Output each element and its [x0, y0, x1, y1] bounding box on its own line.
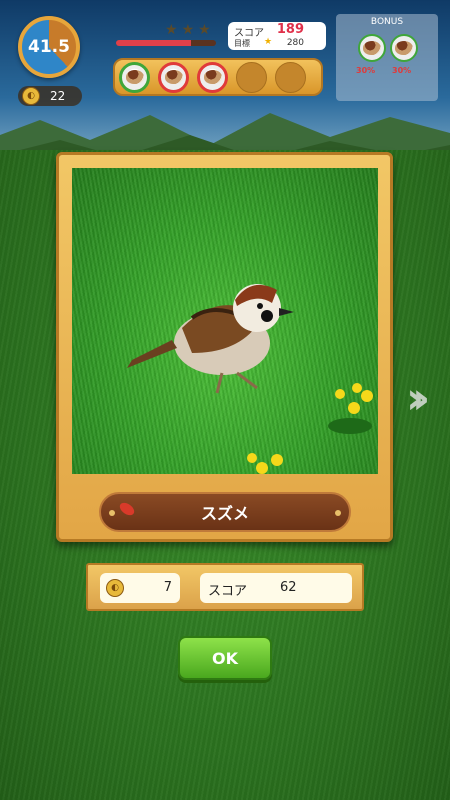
ok-button[interactable]: OK — [178, 636, 272, 680]
bonus-panel: BONUS 30% 30% — [336, 14, 438, 101]
bird-slot-empty — [275, 61, 306, 93]
stud — [109, 510, 115, 516]
sparrow-icon — [203, 70, 222, 84]
bonus-bird — [358, 34, 386, 62]
feather-icon — [117, 500, 137, 518]
bird-slot — [119, 61, 150, 93]
score-panel: スコア 189 目標 ★ 280 — [228, 22, 326, 50]
star-icon: ★ — [198, 22, 211, 38]
bonus-percent: 30% — [356, 66, 376, 75]
progress-bar — [116, 40, 216, 46]
sparrow-icon — [395, 41, 413, 55]
star-icon: ★ — [181, 22, 195, 38]
bird-slot — [197, 61, 228, 93]
sparrow-icon — [164, 70, 183, 84]
target-value: 280 — [286, 38, 304, 48]
star-rating: ★ ★ ★ — [165, 22, 211, 38]
bird-name-bar: スズメ — [99, 492, 351, 532]
bonus-title: BONUS — [370, 17, 404, 27]
result-bar: ◐ 7 スコア 62 — [86, 563, 364, 611]
bird-slot-empty — [236, 61, 267, 93]
star-icon: ★ — [165, 22, 178, 38]
seed-count: 22 — [50, 89, 66, 103]
result-score: スコア 62 — [200, 573, 352, 603]
bird-card: スズメ — [56, 152, 393, 542]
result-score-value: 62 — [280, 580, 297, 595]
result-seeds: ◐ 7 — [100, 573, 180, 603]
bonus-percent: 30% — [392, 66, 412, 75]
score-label: スコア — [234, 28, 264, 39]
collected-birds-bar — [113, 58, 323, 96]
next-arrow-icon[interactable]: ›› — [406, 373, 431, 424]
seed-icon: ◐ — [22, 87, 40, 105]
score-value: 189 — [276, 22, 304, 37]
sparrow-icon — [363, 41, 381, 55]
result-seeds-value: 7 — [163, 580, 172, 595]
sparrow-illustration — [127, 284, 373, 474]
bird-name: スズメ — [200, 504, 249, 523]
bonus-bird — [390, 34, 418, 62]
sparrow-icon — [125, 70, 144, 84]
target-label: 目標 — [234, 39, 250, 48]
star-icon: ★ — [264, 37, 273, 47]
bird-slot — [158, 61, 189, 93]
seed-counter: ◐ 22 — [18, 86, 82, 106]
seed-icon: ◐ — [106, 579, 124, 597]
timer: 41.5 — [18, 16, 80, 78]
timer-value: 41.5 — [28, 37, 70, 57]
result-score-label: スコア — [208, 584, 248, 599]
stud — [335, 510, 341, 516]
bird-photo — [72, 168, 378, 474]
progress-fill — [116, 40, 191, 46]
